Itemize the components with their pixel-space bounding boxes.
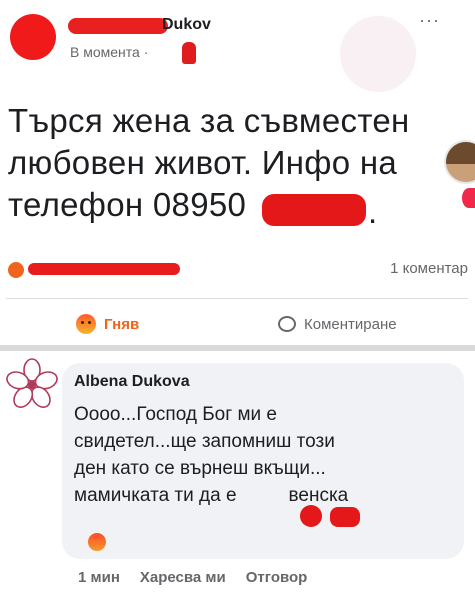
comment-line-start: мамичката ти да е [74,485,237,506]
react-button[interactable]: Гняв [76,312,139,336]
privacy-icon-redaction [182,42,196,64]
comment-section: Albena Dukova Оооо...Господ Бог ми е сви… [0,351,475,600]
author-name[interactable]: Dukov [162,16,211,34]
chat-head-badge [462,188,475,208]
angry-emoji-icon [88,533,106,551]
flower-avatar-icon[interactable] [4,357,60,413]
angry-reaction-icon [76,314,96,334]
comment-line: мамичката ти да е венска [74,482,458,509]
author-avatar-redacted[interactable] [10,14,56,60]
more-options-icon[interactable]: ··· [419,10,440,31]
reactors-redaction [28,263,180,275]
reactions-summary: 1 коментар [6,258,468,282]
comments-count[interactable]: 1 коментар [390,260,468,277]
post-period: . [368,193,378,230]
post-card: Dukov В момента · ··· Търся жена за съвм… [0,0,475,345]
comment-actions: 1 мин Харесва ми Отговор [78,569,307,586]
word-redaction [300,505,322,527]
watermark-logo [340,16,416,92]
post-line: Търся жена за съвместен [8,102,410,139]
post-timestamp[interactable]: В момента · [70,44,148,60]
comment-bubble-icon [278,316,296,332]
reply-comment-button[interactable]: Отговор [246,569,308,586]
author-name-redaction [68,18,168,34]
phone-redaction [262,194,366,226]
post-action-bar: Гняв Коментиране [6,308,468,338]
comment-line-end: венска [288,485,349,506]
avatar-hair [446,142,475,164]
post-line: любовен живот. Инфо на [8,144,398,181]
comment-bubble: Albena Dukova Оооо...Господ Бог ми е сви… [62,363,464,559]
angry-reaction-icon[interactable] [8,262,24,278]
word-redaction [330,507,360,527]
comment-line: свидетел...ще запомниш този [74,431,335,452]
commenter-name[interactable]: Albena Dukova [74,373,190,391]
comment-button[interactable]: Коментиране [278,312,397,336]
divider [6,298,468,299]
post-line: телефон 08950 [8,186,247,223]
comment-label: Коментиране [304,315,397,333]
comment-body: Оооо...Господ Бог ми е свидетел...ще зап… [74,401,458,509]
comment-line: ден като се върнеш вкъщи... [74,458,326,479]
post-body: Търся жена за съвместен любовен живот. И… [8,100,475,226]
comment-time[interactable]: 1 мин [78,569,120,586]
comment-line: Оооо...Господ Бог ми е [74,404,277,425]
react-label: Гняв [104,315,140,333]
like-comment-button[interactable]: Харесва ми [140,569,226,586]
